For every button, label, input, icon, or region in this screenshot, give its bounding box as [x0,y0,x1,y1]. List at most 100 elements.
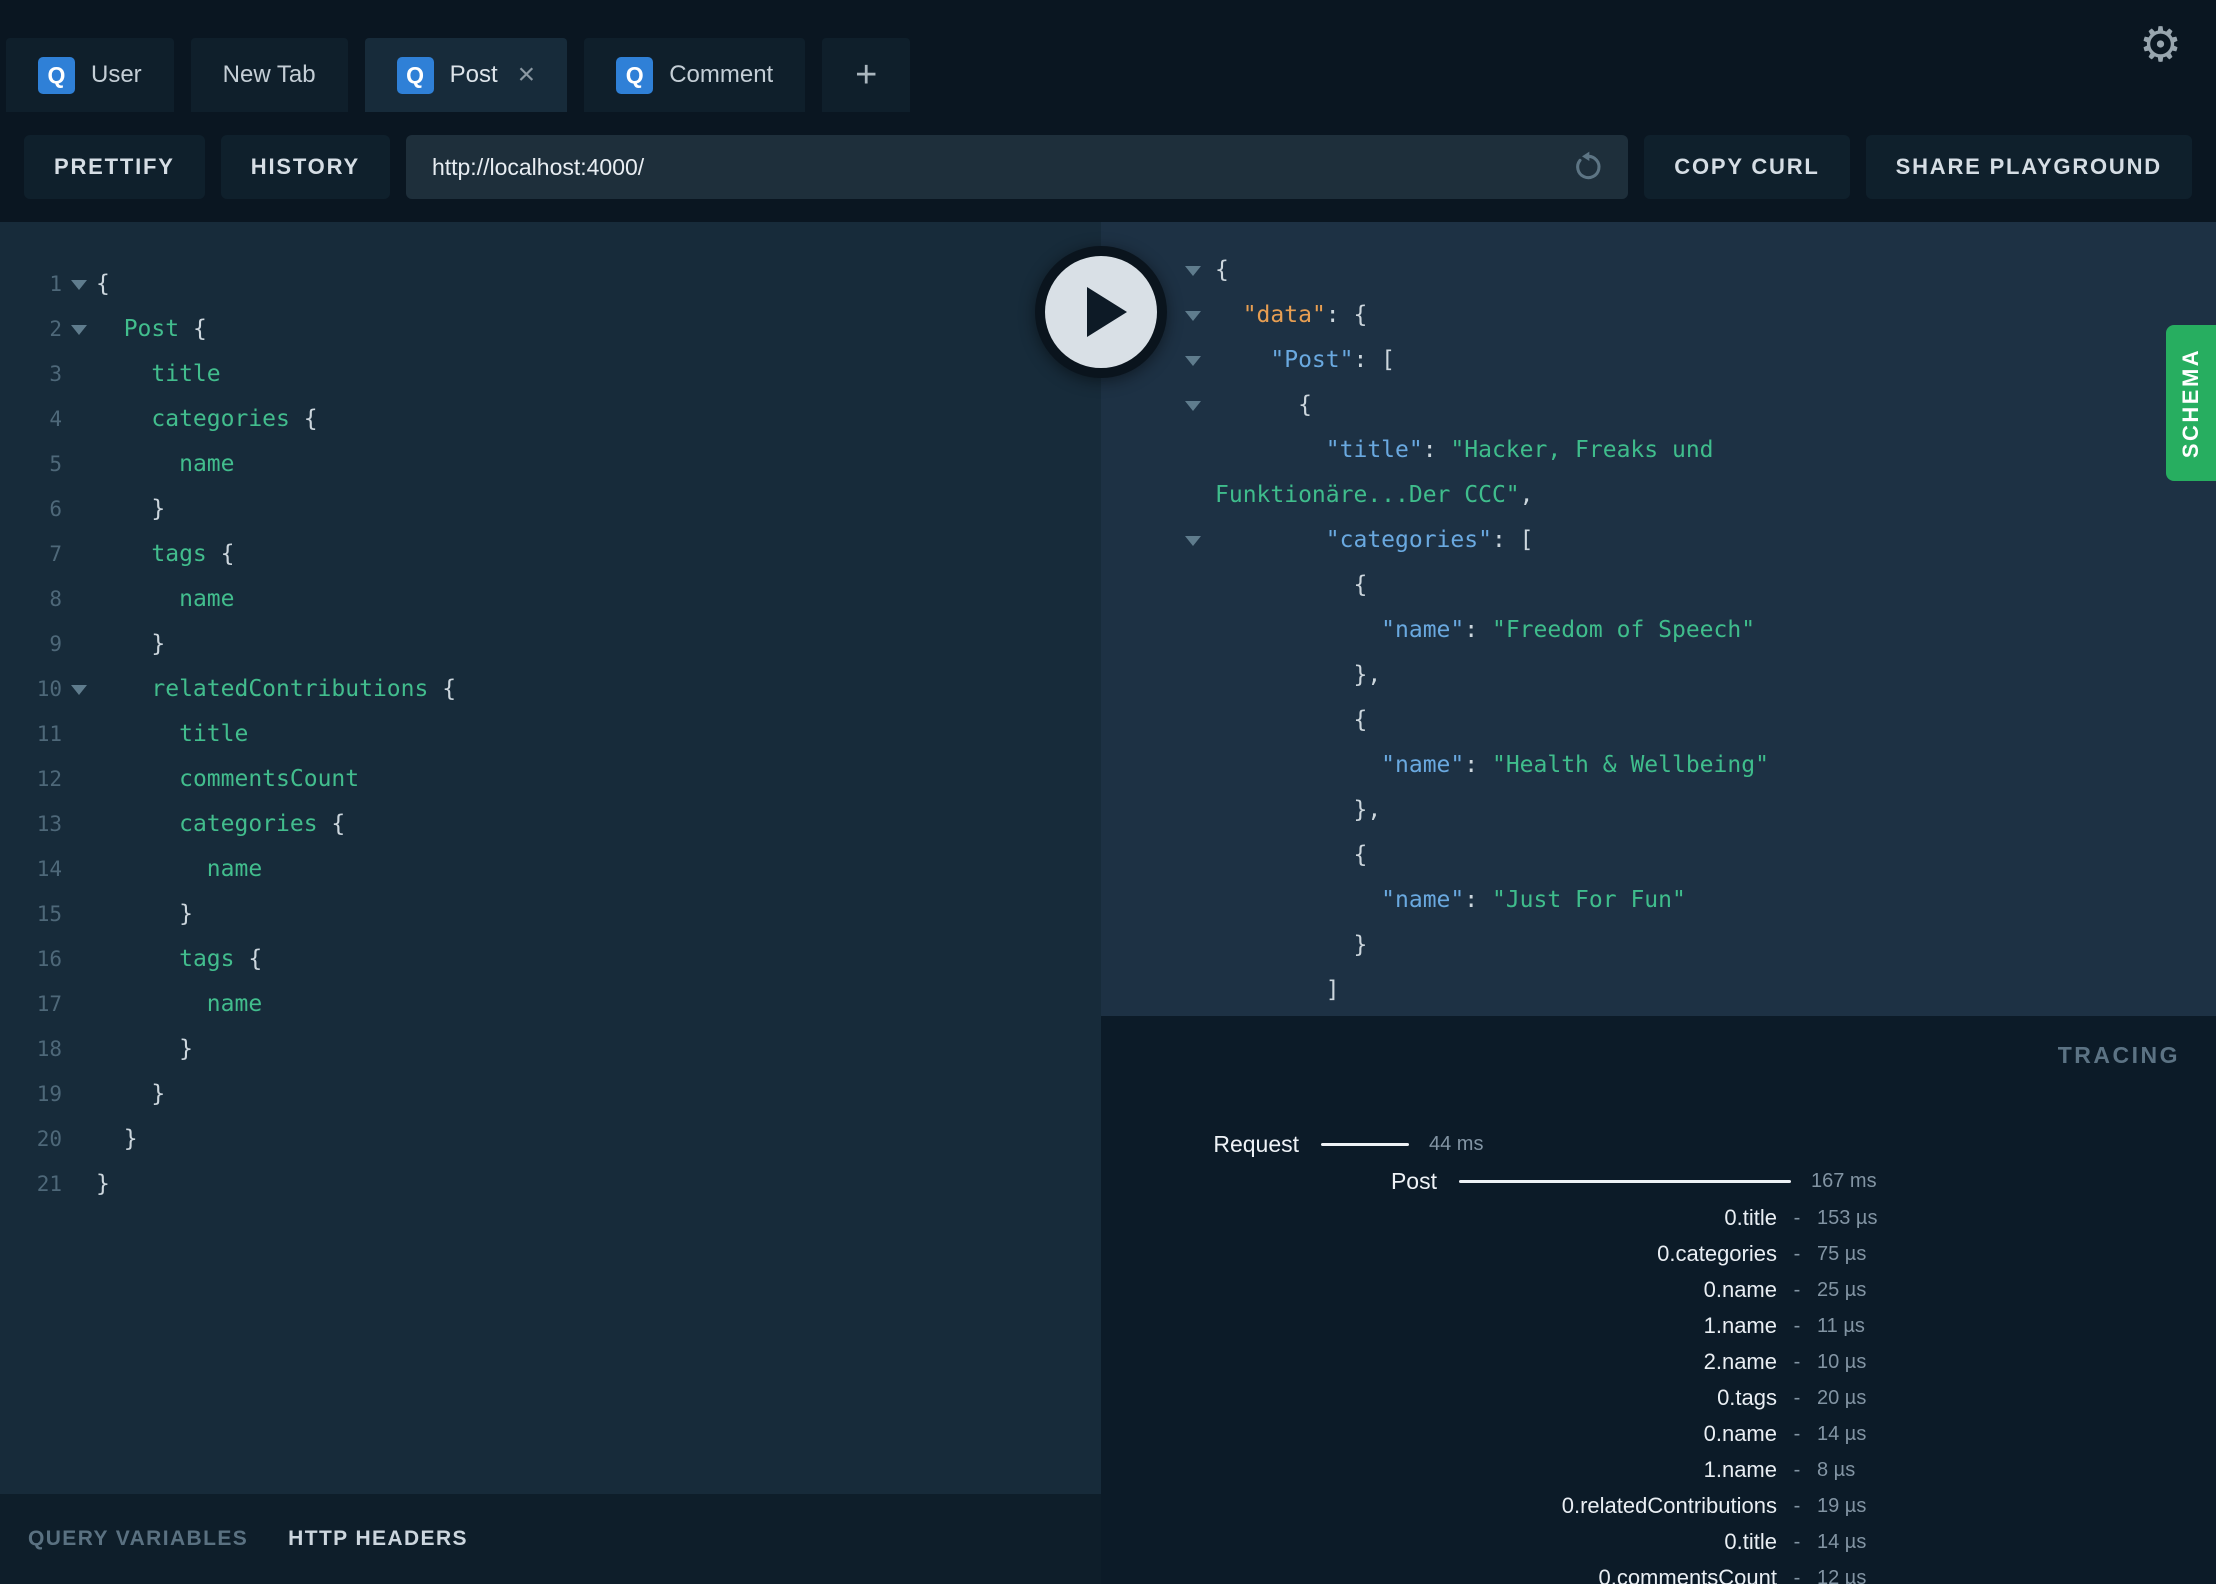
code-text: tags { [96,532,234,577]
trace-dash: - [1793,1242,1801,1265]
http-headers-toggle[interactable]: HTTP HEADERS [288,1527,468,1551]
tab-label: New Tab [222,61,316,88]
tab-user[interactable]: Q User [6,38,174,112]
code-token: "name" [1381,752,1465,778]
trace-field-label: 2.name [1703,1349,1777,1374]
code-text: "Post": [ [1215,338,1395,383]
code-token: : [1464,617,1492,643]
execute-button[interactable] [1035,246,1167,378]
code-token: : [ [1353,347,1396,373]
code-token: name [179,586,235,612]
trace-field-label: 0.name [1703,1277,1777,1302]
tab-label: User [91,61,142,88]
response-line: { [1171,833,2216,878]
endpoint-url-input[interactable] [429,152,1557,182]
line-number: 18 [36,1037,62,1061]
code-token: "name" [1381,617,1465,643]
prettify-button[interactable]: PRETTIFY [24,135,205,199]
line-number: 6 [49,497,62,521]
trace-field-label: 1.name [1703,1457,1777,1482]
caret-triangle [1185,400,1201,411]
history-button[interactable]: HISTORY [220,135,390,199]
query-line: 2 Post { [0,307,1101,352]
fold-caret-icon[interactable] [62,667,96,712]
fold-caret-icon[interactable] [1171,293,1215,338]
query-line: 14 name [0,847,1101,892]
trace-span-row: Request 44 ms [1101,1126,2216,1163]
code-text: "name": "Just For Fun" [1215,878,1686,923]
code-token: title [151,361,221,387]
fold-caret-icon[interactable] [1171,338,1215,383]
code-token: { [428,676,457,702]
trace-field-row: 0.name -14 µs [1101,1416,2216,1452]
query-variables-toggle[interactable]: QUERY VARIABLES [28,1527,248,1551]
copy-curl-button[interactable]: COPY CURL [1644,135,1850,199]
query-line: 15 } [0,892,1101,937]
response-line: { [1171,698,2216,743]
fold-caret-icon[interactable] [62,262,96,307]
caret-triangle [1185,265,1201,276]
line-number: 7 [49,542,62,566]
query-line: 20 } [0,1117,1101,1162]
share-playground-button[interactable]: SHARE PLAYGROUND [1865,135,2192,199]
caret-triangle [1185,355,1201,366]
close-icon[interactable]: × [518,60,536,90]
code-token: } [1215,932,1368,958]
trace-span-duration: 44 ms [1429,1133,1484,1155]
query-line: 3 title [0,352,1101,397]
code-text: name [96,442,234,487]
query-line: 19 } [0,1072,1101,1117]
tab-post[interactable]: Q Post × [364,38,568,112]
code-token: categories [151,406,290,432]
trace-field-label: 0.commentsCount [1598,1565,1777,1584]
code-token: "categories" [1325,527,1492,553]
tab-new-tab[interactable]: New Tab [190,38,348,112]
fold-caret-icon[interactable] [1171,248,1215,293]
tab-label: Comment [669,61,774,88]
code-token: name [179,451,235,477]
caret-triangle [1185,535,1201,546]
line-number: 12 [36,767,62,791]
code-token: }, [1215,797,1382,823]
fold-caret-icon[interactable] [62,307,96,352]
trace-span-duration: 167 ms [1811,1170,1877,1192]
line-number: 17 [36,992,62,1016]
variables-bar: QUERY VARIABLES HTTP HEADERS [0,1494,1101,1584]
trace-field-label: 0.title [1724,1205,1777,1230]
response-line: "categories": [ [1171,518,2216,563]
trace-field-duration: 153 µs [1817,1206,1878,1229]
fold-caret-icon[interactable] [1171,383,1215,428]
query-line: 9 } [0,622,1101,667]
caret-triangle [71,684,87,695]
response-line: }, [1171,788,2216,833]
code-text: commentsCount [96,757,359,802]
schema-tab[interactable]: SCHEMA [2166,325,2216,481]
query-pane: 1{2 Post {3 title 4 categories {5 name 6 }… [0,222,1101,1584]
response-line: { [1171,248,2216,293]
trace-span-bar [1321,1143,1409,1146]
query-line: 13 categories { [0,802,1101,847]
line-number: 5 [49,452,62,476]
query-line: 7 tags { [0,532,1101,577]
new-tab-button[interactable]: + [822,38,911,112]
response-line: { [1171,563,2216,608]
line-number: 4 [49,407,62,431]
settings-gear-icon[interactable]: ⚙ [2139,22,2182,70]
query-editor[interactable]: 1{2 Post {3 title 4 categories {5 name 6 }… [0,222,1101,1494]
code-token: "Post" [1270,347,1354,373]
fold-caret-icon[interactable] [1171,518,1215,563]
reload-icon[interactable] [1572,151,1604,183]
code-text: "name": "Health & Wellbeing" [1215,743,1769,788]
tab-comment[interactable]: Q Comment [584,38,806,112]
